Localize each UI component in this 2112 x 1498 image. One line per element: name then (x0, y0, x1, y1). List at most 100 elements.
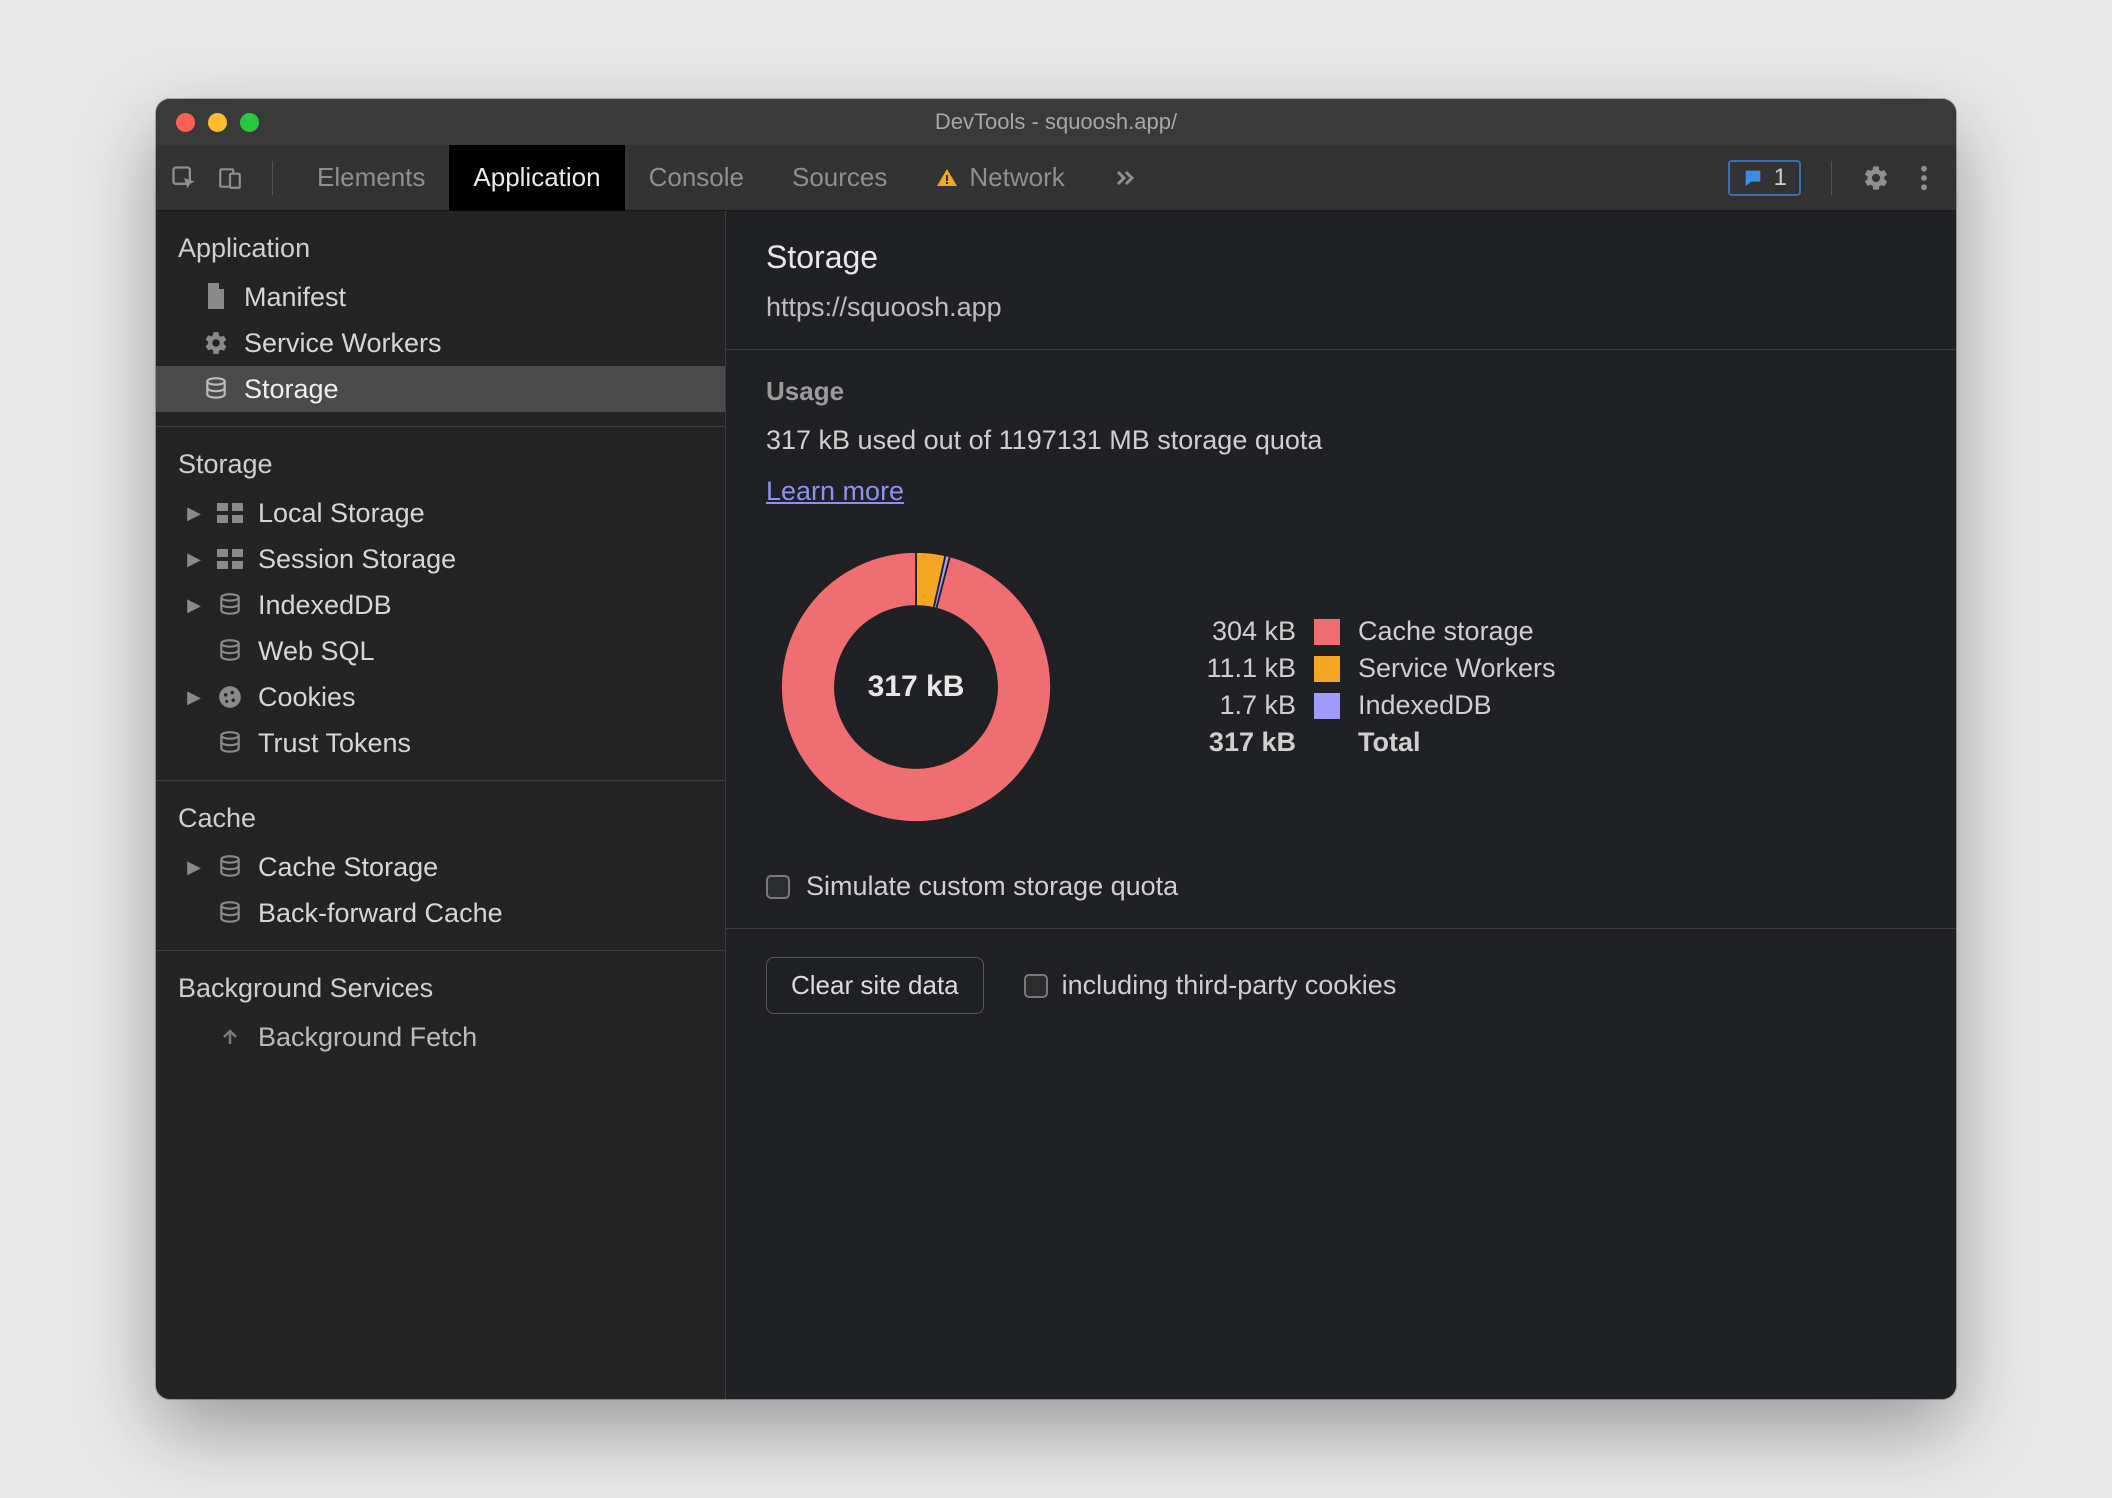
database-icon (216, 899, 244, 927)
window-title: DevTools - squoosh.app/ (156, 109, 1956, 135)
table-icon (216, 499, 244, 527)
tab-overflow[interactable] (1089, 145, 1161, 211)
titlebar: DevTools - squoosh.app/ (156, 99, 1956, 145)
section-header: Application (156, 225, 725, 274)
sidebar-item-label: Local Storage (258, 498, 425, 529)
donut-center-label: 317 kB (766, 537, 1066, 837)
third-party-row: including third-party cookies (1024, 970, 1397, 1001)
section-header: Background Services (156, 965, 725, 1014)
legend-label: Cache storage (1358, 616, 1534, 647)
sidebar-item-manifest[interactable]: Manifest (156, 274, 725, 320)
tab-elements[interactable]: Elements (293, 145, 449, 211)
manifest-icon (202, 283, 230, 311)
legend-label: IndexedDB (1358, 690, 1492, 721)
legend-label: Total (1358, 727, 1421, 758)
panel-origin: https://squoosh.app (766, 292, 1916, 323)
legend-row-service-workers: 11.1 kB Service Workers (1166, 653, 1556, 684)
panel-title: Storage (766, 239, 1916, 276)
tab-sources[interactable]: Sources (768, 145, 911, 211)
database-icon (216, 729, 244, 757)
sidebar-item-local-storage[interactable]: ▶ Local Storage (156, 490, 725, 536)
clear-site-data-button[interactable]: Clear site data (766, 957, 984, 1014)
panel-header: Storage https://squoosh.app (726, 211, 1956, 350)
legend-row-cache-storage: 304 kB Cache storage (1166, 616, 1556, 647)
legend-row-total: 317 kB Total (1166, 727, 1556, 758)
tab-label: Elements (317, 162, 425, 193)
sidebar-item-bfcache[interactable]: ▶ Back-forward Cache (156, 890, 725, 936)
learn-more-link[interactable]: Learn more (766, 476, 904, 507)
tab-network[interactable]: Network (911, 145, 1088, 211)
database-icon (216, 637, 244, 665)
simulate-quota-row: Simulate custom storage quota (766, 871, 1916, 902)
inspect-element-icon[interactable] (170, 164, 198, 192)
table-icon (216, 545, 244, 573)
chevron-double-right-icon (1113, 166, 1137, 190)
sidebar-section-application: Application Manifest Service Workers Sto… (156, 211, 725, 427)
device-toolbar-icon[interactable] (216, 164, 244, 192)
sidebar-item-label: Session Storage (258, 544, 456, 575)
disclosure-triangle-icon[interactable]: ▶ (186, 595, 202, 616)
sidebar-item-cache-storage[interactable]: ▶ Cache Storage (156, 844, 725, 890)
issues-badge[interactable]: 1 (1728, 160, 1801, 196)
sidebar-item-background-fetch[interactable]: ▶ Background Fetch (156, 1014, 725, 1060)
legend-value: 11.1 kB (1166, 653, 1296, 684)
window-controls (156, 113, 259, 132)
sidebar-item-session-storage[interactable]: ▶ Session Storage (156, 536, 725, 582)
legend-swatch (1314, 656, 1340, 682)
sidebar-item-indexeddb[interactable]: ▶ IndexedDB (156, 582, 725, 628)
minimize-window-button[interactable] (208, 113, 227, 132)
database-icon (216, 853, 244, 881)
disclosure-triangle-icon[interactable]: ▶ (186, 503, 202, 524)
kebab-menu-icon[interactable] (1910, 164, 1938, 192)
sidebar-item-trust-tokens[interactable]: ▶ Trust Tokens (156, 720, 725, 766)
legend-value: 1.7 kB (1166, 690, 1296, 721)
sidebar-section-background-services: Background Services ▶ Background Fetch (156, 951, 725, 1074)
third-party-label: including third-party cookies (1062, 970, 1397, 1001)
tab-label: Sources (792, 162, 887, 193)
sidebar-item-cookies[interactable]: ▶ Cookies (156, 674, 725, 720)
actions-row: Clear site data including third-party co… (726, 929, 1956, 1042)
tab-application[interactable]: Application (449, 145, 624, 211)
legend-value: 304 kB (1166, 616, 1296, 647)
sidebar-item-label: Web SQL (258, 636, 375, 667)
section-header: Cache (156, 795, 725, 844)
section-header: Storage (156, 441, 725, 490)
separator (1831, 161, 1832, 195)
sidebar-item-websql[interactable]: ▶ Web SQL (156, 628, 725, 674)
sidebar-item-service-workers[interactable]: Service Workers (156, 320, 725, 366)
disclosure-triangle-icon[interactable]: ▶ (186, 549, 202, 570)
devtools-window: DevTools - squoosh.app/ Elements Applica… (156, 99, 1956, 1399)
sidebar-item-label: Background Fetch (258, 1022, 477, 1053)
sidebar-item-label: Manifest (244, 282, 346, 313)
usage-legend: 304 kB Cache storage 11.1 kB Service Wor… (1166, 610, 1556, 764)
tab-label: Network (969, 162, 1064, 193)
simulate-quota-label: Simulate custom storage quota (806, 871, 1178, 902)
sidebar-item-label: Trust Tokens (258, 728, 411, 759)
legend-swatch (1314, 619, 1340, 645)
legend-swatch (1314, 693, 1340, 719)
sidebar-item-label: Storage (244, 374, 339, 405)
database-icon (216, 591, 244, 619)
tab-label: Application (473, 162, 600, 193)
simulate-quota-checkbox[interactable] (766, 875, 790, 899)
close-window-button[interactable] (176, 113, 195, 132)
issues-count: 1 (1774, 164, 1787, 192)
settings-icon[interactable] (1862, 164, 1890, 192)
tab-console[interactable]: Console (625, 145, 768, 211)
zoom-window-button[interactable] (240, 113, 259, 132)
devtools-tabbar: Elements Application Console Sources Net… (156, 145, 1956, 211)
gear-icon (202, 329, 230, 357)
sidebar-item-label: Back-forward Cache (258, 898, 503, 929)
sidebar-item-label: IndexedDB (258, 590, 392, 621)
usage-summary-text: 317 kB used out of 1197131 MB storage qu… (766, 425, 1916, 456)
application-sidebar: Application Manifest Service Workers Sto… (156, 211, 726, 1399)
disclosure-triangle-icon[interactable]: ▶ (186, 687, 202, 708)
sidebar-item-storage[interactable]: Storage (156, 366, 725, 412)
issue-icon (1742, 167, 1764, 189)
usage-heading: Usage (766, 376, 1916, 407)
sidebar-item-label: Cookies (258, 682, 356, 713)
third-party-checkbox[interactable] (1024, 974, 1048, 998)
database-icon (202, 375, 230, 403)
disclosure-triangle-icon[interactable]: ▶ (186, 857, 202, 878)
separator (272, 161, 273, 195)
